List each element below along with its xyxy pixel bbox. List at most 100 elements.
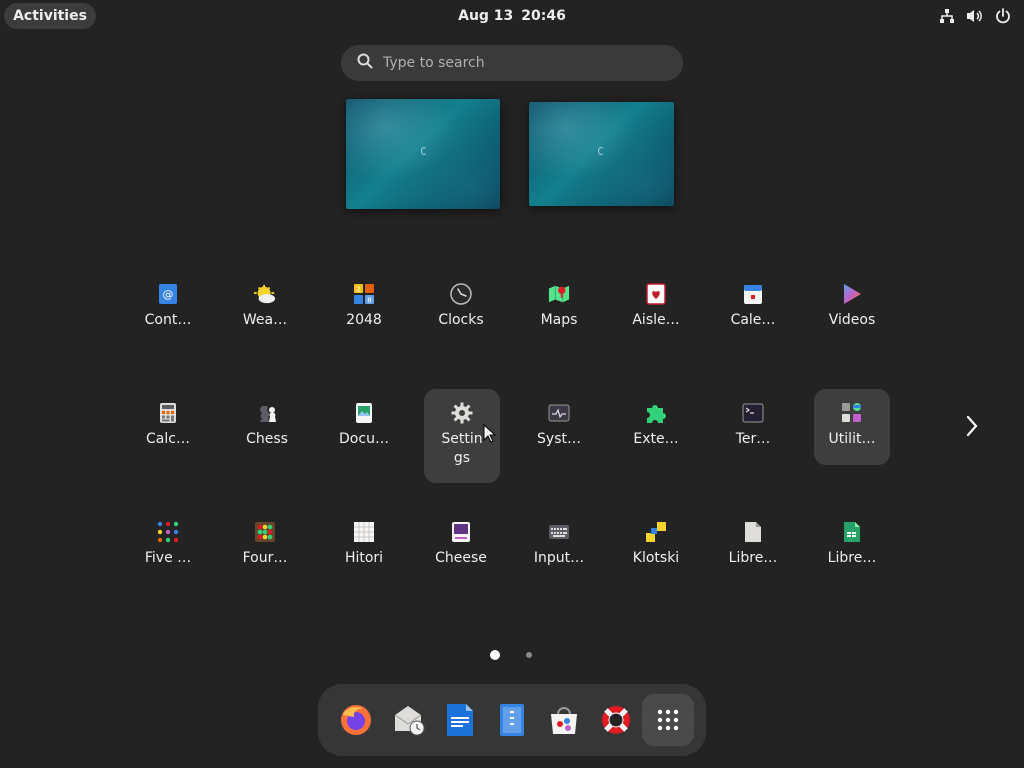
app-label: Libre… bbox=[827, 550, 877, 566]
app-label: Maps bbox=[540, 312, 578, 328]
app-label: Clocks bbox=[438, 312, 484, 328]
search-input[interactable] bbox=[383, 55, 653, 71]
app-document-viewer[interactable]: Docu… bbox=[326, 389, 402, 465]
app-label: Hitori bbox=[344, 550, 384, 566]
app-label: Aisle… bbox=[632, 312, 680, 328]
app-label: Klotski bbox=[632, 550, 680, 566]
app-calendar[interactable]: Cale… bbox=[715, 270, 791, 346]
time-label: 20:46 bbox=[521, 8, 566, 24]
app-chess[interactable]: Chess bbox=[229, 389, 305, 465]
gear-icon bbox=[451, 402, 473, 424]
text-editor-icon bbox=[500, 704, 524, 736]
app-four-in-a-row[interactable]: Four… bbox=[227, 508, 303, 584]
folder-grid-icon bbox=[841, 402, 863, 424]
debian-swirl-icon bbox=[421, 147, 427, 155]
app-utilities-folder[interactable]: Utilit… bbox=[814, 389, 890, 465]
page-indicator bbox=[484, 648, 540, 662]
system-monitor-icon bbox=[548, 402, 570, 424]
page-dot-2[interactable] bbox=[526, 652, 532, 658]
top-bar: Activities Aug 13 20:46 bbox=[0, 0, 1024, 32]
chevron-right-icon bbox=[966, 415, 978, 437]
contacts-icon: @ bbox=[157, 283, 179, 305]
app-extensions[interactable]: Exte… bbox=[618, 389, 694, 465]
app-videos[interactable]: Videos bbox=[814, 270, 890, 346]
app-input-method[interactable]: Input… bbox=[521, 508, 597, 584]
keyboard-icon bbox=[548, 521, 570, 543]
app-label: Wea… bbox=[242, 312, 288, 328]
videos-icon bbox=[841, 283, 863, 305]
svg-text:8: 8 bbox=[367, 297, 371, 305]
network-icon[interactable] bbox=[938, 7, 956, 25]
app-label: Calc… bbox=[146, 431, 190, 447]
app-five-or-more[interactable]: Five … bbox=[130, 508, 206, 584]
dash-help[interactable] bbox=[590, 694, 642, 746]
app-cheese[interactable]: Cheese bbox=[423, 508, 499, 584]
software-store-icon bbox=[551, 707, 577, 734]
app-label: Ter… bbox=[735, 431, 771, 447]
app-klotski[interactable]: Klotski bbox=[618, 508, 694, 584]
aisleriot-icon bbox=[645, 283, 667, 305]
puzzle-icon bbox=[645, 402, 667, 424]
app-label: Libre… bbox=[728, 550, 778, 566]
app-weather[interactable]: Wea… bbox=[227, 270, 303, 346]
firefox-icon bbox=[341, 705, 371, 735]
app-label: Five … bbox=[144, 550, 192, 566]
app-terminal[interactable]: Ter… bbox=[715, 389, 791, 465]
dash-firefox[interactable] bbox=[330, 694, 382, 746]
help-lifebuoy-icon bbox=[602, 706, 630, 734]
app-label: Cale… bbox=[730, 312, 776, 328]
app-2048[interactable]: 28 2048 bbox=[326, 270, 402, 346]
app-libreoffice-calc[interactable]: Libre… bbox=[814, 508, 890, 584]
app-label: Input… bbox=[533, 550, 585, 566]
workspace-thumbnail-1[interactable] bbox=[346, 99, 500, 209]
maps-icon bbox=[548, 283, 570, 305]
dash-writer[interactable] bbox=[434, 694, 486, 746]
workspace-thumbnail-2[interactable] bbox=[529, 102, 674, 206]
writer-icon bbox=[447, 704, 473, 736]
app-label: 2048 bbox=[346, 312, 382, 328]
svg-text:@: @ bbox=[163, 288, 174, 301]
spreadsheet-icon bbox=[841, 521, 863, 543]
document-viewer-icon bbox=[353, 402, 375, 424]
app-clocks[interactable]: Clocks bbox=[423, 270, 499, 346]
activities-button[interactable]: Activities bbox=[4, 3, 96, 29]
cheese-icon bbox=[450, 521, 472, 543]
libreoffice-icon bbox=[742, 521, 764, 543]
app-system-monitor[interactable]: Syst… bbox=[521, 389, 597, 465]
four-in-a-row-icon bbox=[254, 521, 276, 543]
date-label: Aug 13 bbox=[458, 8, 514, 24]
power-icon[interactable] bbox=[994, 7, 1012, 25]
app-grid-icon bbox=[657, 709, 679, 731]
app-label: Docu… bbox=[339, 431, 389, 447]
five-or-more-icon bbox=[157, 521, 179, 543]
app-label: Syst… bbox=[537, 431, 581, 447]
clock-button[interactable]: Aug 13 20:46 bbox=[440, 4, 584, 28]
dash-evolution[interactable] bbox=[382, 694, 434, 746]
page-dot-1[interactable] bbox=[490, 650, 500, 660]
app-hitori[interactable]: Hitori bbox=[326, 508, 402, 584]
app-aisleriot[interactable]: Aisle… bbox=[618, 270, 694, 346]
dash-software[interactable] bbox=[538, 694, 590, 746]
app-libreoffice[interactable]: Libre… bbox=[715, 508, 791, 584]
app-label: Cheese bbox=[435, 550, 487, 566]
app-contacts[interactable]: @ Cont… bbox=[130, 270, 206, 346]
app-calculator[interactable]: Calc… bbox=[130, 389, 206, 465]
chess-icon bbox=[256, 402, 278, 424]
debian-swirl-icon bbox=[598, 147, 604, 155]
clocks-icon bbox=[450, 283, 472, 305]
volume-icon[interactable] bbox=[966, 7, 984, 25]
weather-icon bbox=[254, 283, 276, 305]
app-label: Videos bbox=[828, 312, 876, 328]
calculator-icon bbox=[157, 402, 179, 424]
app-maps[interactable]: Maps bbox=[521, 270, 597, 346]
app-label: Exte… bbox=[633, 431, 679, 447]
terminal-icon bbox=[742, 402, 764, 424]
app-label: Chess bbox=[246, 431, 288, 447]
next-page-button[interactable] bbox=[960, 412, 984, 440]
show-apps-button[interactable] bbox=[642, 694, 694, 746]
mouse-cursor-icon bbox=[483, 424, 497, 443]
system-tray[interactable] bbox=[938, 6, 1012, 26]
app-label: Cont… bbox=[144, 312, 192, 328]
dash-text-editor[interactable] bbox=[486, 694, 538, 746]
search-bar[interactable] bbox=[341, 45, 683, 81]
